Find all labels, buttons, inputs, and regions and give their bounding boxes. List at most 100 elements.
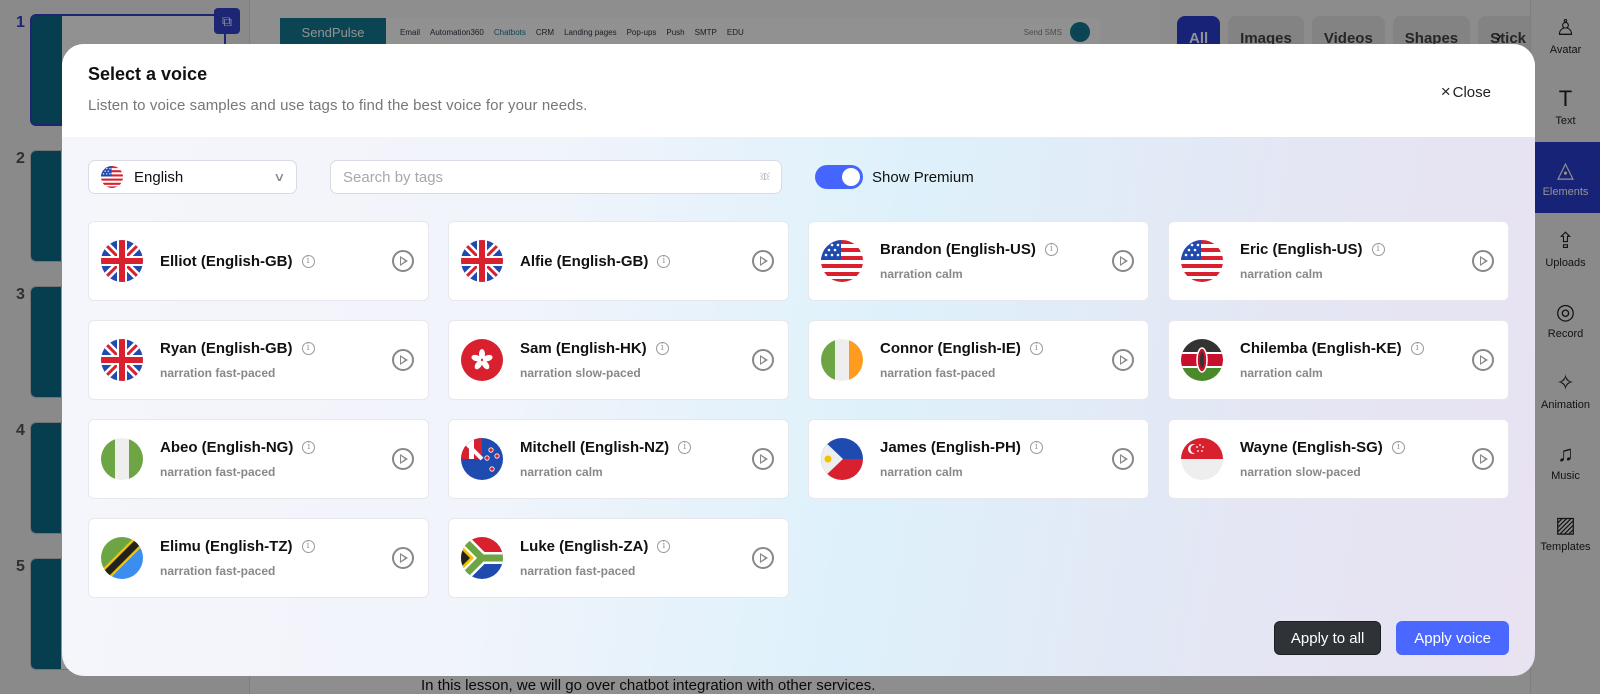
voice-card[interactable]: Wayne (English-SG) i narration slow-paced — [1168, 419, 1509, 499]
voice-info: Alfie (English-GB) i — [520, 253, 752, 270]
voice-tags: narration fast-paced — [160, 564, 276, 578]
play-sample-icon[interactable] — [1472, 349, 1494, 371]
voice-name-row: Brandon (English-US) i — [880, 241, 1112, 258]
tz-flag-icon — [101, 537, 143, 579]
play-sample-icon[interactable] — [752, 349, 774, 371]
voice-name-row: Abeo (English-NG) i — [160, 439, 392, 456]
voice-filters: English ∨ ⫶⦶⫶ Show Premium — [88, 160, 974, 194]
info-icon[interactable]: i — [1371, 243, 1385, 256]
close-button[interactable]: × Close — [1441, 82, 1491, 102]
voice-card[interactable]: Connor (English-IE) i narration fast-paced — [808, 320, 1149, 400]
info-icon[interactable]: i — [655, 342, 669, 355]
apply-voice-button[interactable]: Apply voice — [1396, 621, 1509, 655]
modal-footer: Apply to all Apply voice — [1273, 621, 1509, 655]
info-icon[interactable]: i — [1029, 441, 1043, 454]
info-icon[interactable]: i — [657, 540, 671, 553]
voice-name: Eric (English-US) — [1240, 241, 1363, 258]
show-premium-toggle[interactable] — [815, 165, 863, 189]
voice-name-row: Connor (English-IE) i — [880, 340, 1112, 357]
language-select-value: English — [134, 168, 184, 186]
voice-name-row: Sam (English-HK) i — [520, 340, 752, 357]
voice-name: Alfie (English-GB) — [520, 252, 649, 270]
voice-tags: narration fast-paced — [160, 465, 276, 479]
show-premium-label: Show Premium — [872, 168, 974, 186]
voice-name: Ryan (English-GB) — [160, 340, 293, 357]
voice-info: Eric (English-US) i narration calm — [1240, 241, 1472, 281]
play-sample-icon[interactable] — [752, 547, 774, 569]
voice-name: Luke (English-ZA) — [520, 538, 649, 555]
voice-info: Ryan (English-GB) i narration fast-paced — [160, 340, 392, 380]
voice-card[interactable]: Luke (English-ZA) i narration fast-paced — [448, 518, 789, 598]
info-icon[interactable]: i — [657, 254, 671, 268]
voice-card[interactable]: Brandon (English-US) i narration calm — [808, 221, 1149, 301]
info-icon[interactable]: i — [678, 441, 692, 454]
gb-flag-icon — [101, 339, 143, 381]
filter-icon[interactable]: ⫶⦶⫶ — [760, 172, 770, 183]
voice-name-row: Eric (English-US) i — [1240, 241, 1472, 258]
voice-tags: narration calm — [880, 465, 963, 479]
play-sample-icon[interactable] — [752, 448, 774, 470]
show-premium-control: Show Premium — [815, 165, 974, 189]
voice-info: Luke (English-ZA) i narration fast-paced — [520, 538, 752, 578]
voice-tags: narration slow-paced — [520, 366, 641, 380]
language-select[interactable]: English ∨ — [88, 160, 297, 194]
voice-info: Chilemba (English-KE) i narration calm — [1240, 340, 1472, 380]
apply-to-all-button[interactable]: Apply to all — [1273, 621, 1382, 655]
play-sample-icon[interactable] — [1112, 448, 1134, 470]
modal-header: Select a voice Listen to voice samples a… — [62, 44, 1535, 137]
modal-subtitle: Listen to voice samples and use tags to … — [88, 97, 588, 114]
select-voice-modal: Select a voice Listen to voice samples a… — [62, 44, 1535, 676]
voice-card[interactable]: Ryan (English-GB) i narration fast-paced — [88, 320, 429, 400]
ph-flag-icon — [821, 438, 863, 480]
play-sample-icon[interactable] — [1112, 349, 1134, 371]
modal-title: Select a voice — [88, 64, 208, 84]
voice-name: Sam (English-HK) — [520, 340, 647, 357]
voice-card[interactable]: Elliot (English-GB) i — [88, 221, 429, 301]
voice-card[interactable]: James (English-PH) i narration calm — [808, 419, 1149, 499]
voice-name-row: Chilemba (English-KE) i — [1240, 340, 1472, 357]
info-icon[interactable]: i — [1044, 243, 1058, 256]
play-sample-icon[interactable] — [392, 349, 414, 371]
voice-name: Connor (English-IE) — [880, 340, 1021, 357]
voice-list: Elliot (English-GB) i Alfie (English-GB) i B… — [88, 221, 1510, 598]
voice-name: James (English-PH) — [880, 439, 1021, 456]
play-sample-icon[interactable] — [392, 547, 414, 569]
play-sample-icon[interactable] — [1472, 250, 1494, 272]
voice-name-row: Ryan (English-GB) i — [160, 340, 392, 357]
hk-flag-icon — [461, 339, 503, 381]
voice-tags: narration fast-paced — [880, 366, 996, 380]
voice-card[interactable]: Abeo (English-NG) i narration fast-paced — [88, 419, 429, 499]
voice-name-row: Wayne (English-SG) i — [1240, 439, 1472, 456]
ng-flag-icon — [101, 438, 143, 480]
voice-name: Elimu (English-TZ) — [160, 538, 293, 555]
play-sample-icon[interactable] — [1112, 250, 1134, 272]
info-icon[interactable]: i — [301, 254, 315, 268]
play-sample-icon[interactable] — [392, 448, 414, 470]
tag-search: ⫶⦶⫶ — [330, 160, 782, 194]
voice-card[interactable]: Sam (English-HK) i narration slow-paced — [448, 320, 789, 400]
play-sample-icon[interactable] — [1472, 448, 1494, 470]
info-icon[interactable]: i — [301, 342, 315, 355]
info-icon[interactable]: i — [1029, 342, 1043, 355]
ie-flag-icon — [821, 339, 863, 381]
voice-card[interactable]: Alfie (English-GB) i — [448, 221, 789, 301]
voice-card[interactable]: Elimu (English-TZ) i narration fast-paced — [88, 518, 429, 598]
info-icon[interactable]: i — [302, 441, 316, 454]
voice-card[interactable]: Eric (English-US) i narration calm — [1168, 221, 1509, 301]
nz-flag-icon — [461, 438, 503, 480]
us-flag-icon — [101, 166, 123, 188]
play-sample-icon[interactable] — [752, 250, 774, 272]
info-icon[interactable]: i — [1391, 441, 1405, 454]
voice-tags: narration fast-paced — [160, 366, 276, 380]
info-icon[interactable]: i — [1410, 342, 1424, 355]
voice-card[interactable]: Mitchell (English-NZ) i narration calm — [448, 419, 789, 499]
tag-search-input[interactable] — [343, 168, 760, 186]
info-icon[interactable]: i — [301, 540, 315, 553]
play-sample-icon[interactable] — [392, 250, 414, 272]
voice-name-row: Elliot (English-GB) i — [160, 253, 392, 270]
voice-name-row: James (English-PH) i — [880, 439, 1112, 456]
voice-name-row: Elimu (English-TZ) i — [160, 538, 392, 555]
voice-info: Mitchell (English-NZ) i narration calm — [520, 439, 752, 479]
toggle-knob — [842, 168, 860, 186]
voice-card[interactable]: Chilemba (English-KE) i narration calm — [1168, 320, 1509, 400]
